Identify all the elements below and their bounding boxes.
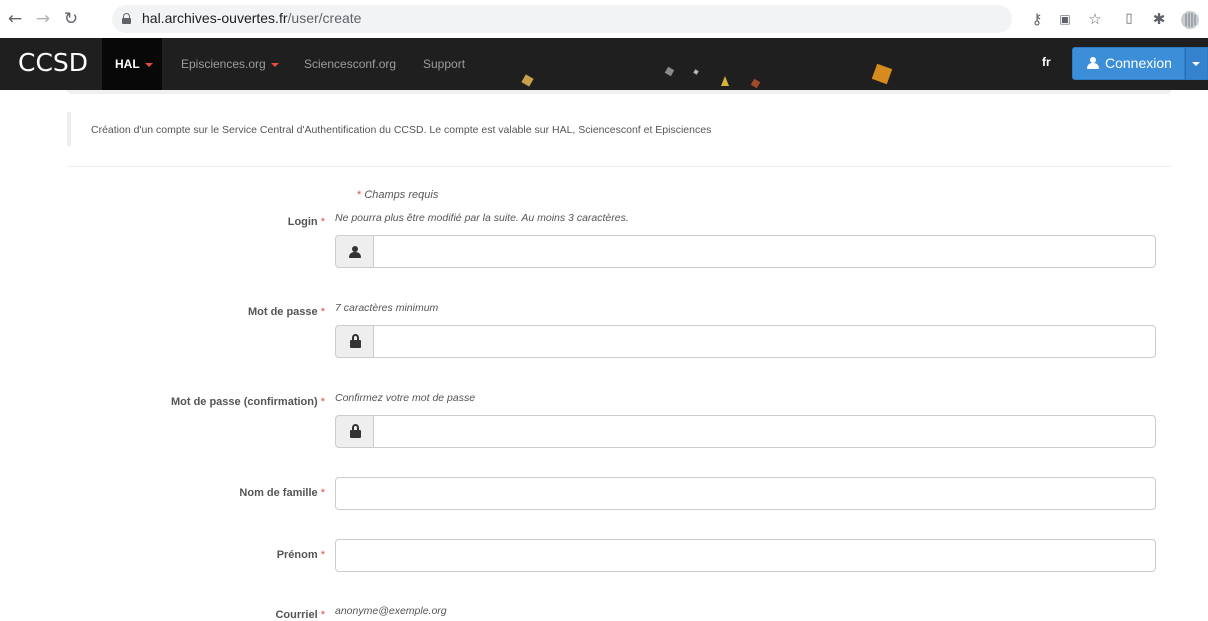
password-confirm-help: Confirmez votre mot de passe	[335, 392, 476, 404]
lock-icon	[350, 424, 361, 438]
document-icon[interactable]: ▯	[1120, 10, 1138, 28]
password-confirm-input-group	[335, 415, 1156, 448]
translate-icon[interactable]: ▣	[1056, 10, 1074, 28]
banner-decoration	[721, 76, 729, 86]
banner-decoration	[871, 63, 893, 85]
nav-item-label: Episciences.org	[181, 57, 266, 71]
connexion-button[interactable]: Connexion	[1072, 47, 1185, 80]
address-bar[interactable]: hal.archives-ouvertes.fr/user/create	[112, 5, 1012, 33]
password-label: Mot de passe *	[247, 306, 325, 318]
password-help: 7 caractères minimum	[335, 302, 439, 314]
password-confirm-input[interactable]	[373, 415, 1156, 448]
nav-item-hal[interactable]: HAL	[102, 38, 162, 90]
login-input-group	[335, 235, 1156, 268]
nav-item-label: HAL	[115, 57, 140, 71]
nav-item-support[interactable]: Support	[423, 38, 465, 90]
lock-icon	[350, 334, 361, 348]
lock-icon	[122, 13, 131, 24]
info-callout: Création d'un compte sur le Service Cent…	[67, 112, 1171, 146]
back-arrow-icon[interactable]: ←	[4, 8, 26, 30]
banner-decoration	[750, 78, 761, 89]
banner-decoration	[664, 66, 675, 77]
forward-arrow-icon[interactable]: →	[32, 8, 54, 30]
banner-shadow	[67, 90, 1171, 94]
profile-avatar-icon[interactable]	[1180, 10, 1200, 29]
login-addon	[335, 235, 374, 268]
user-icon	[349, 246, 361, 259]
browser-toolbar: ← → ↻ hal.archives-ouvertes.fr/user/crea…	[0, 0, 1208, 38]
login-input[interactable]	[373, 235, 1156, 268]
lastname-input[interactable]	[335, 477, 1156, 510]
email-help: anonyme@exemple.org	[335, 605, 447, 617]
required-star: *	[357, 189, 362, 201]
reload-icon[interactable]: ↻	[60, 8, 82, 30]
caret-down-icon	[270, 62, 279, 67]
extensions-icon[interactable]: ✱	[1150, 10, 1168, 28]
password-input-group	[335, 325, 1156, 358]
divider	[67, 166, 1171, 167]
ccsd-logo[interactable]: CCSD	[18, 48, 88, 77]
password-confirm-label: Mot de passe (confirmation) *	[170, 396, 325, 408]
banner-decoration	[693, 69, 699, 75]
user-icon	[1087, 57, 1099, 70]
login-help: Ne pourra plus être modifié par la suite…	[335, 212, 629, 224]
caret-down-icon	[144, 62, 153, 67]
caret-down-icon	[1192, 62, 1200, 66]
info-text: Création d'un compte sur le Service Cent…	[91, 124, 712, 136]
nav-item-episciences[interactable]: Episciences.org	[181, 38, 279, 90]
firstname-input[interactable]	[335, 539, 1156, 572]
url-text: hal.archives-ouvertes.fr/user/create	[142, 10, 362, 26]
firstname-label: Prénom *	[276, 549, 325, 561]
password-confirm-addon	[335, 415, 374, 448]
banner-decoration	[521, 74, 534, 87]
connexion-dropdown-toggle[interactable]	[1185, 47, 1208, 80]
site-navbar: CCSD HAL Episciences.org Sciencesconf.or…	[0, 38, 1208, 90]
login-label: Login *	[287, 216, 325, 228]
key-icon[interactable]: ⚷	[1028, 10, 1046, 28]
required-fields-note: * Champs requis	[357, 189, 439, 201]
password-addon	[335, 325, 374, 358]
nav-item-sciencesconf[interactable]: Sciencesconf.org	[304, 38, 396, 90]
lastname-label: Nom de famille *	[239, 487, 325, 499]
star-icon[interactable]: ☆	[1086, 10, 1104, 28]
language-switch[interactable]: fr	[1042, 38, 1051, 90]
email-label: Courriel *	[275, 609, 325, 621]
password-input[interactable]	[373, 325, 1156, 358]
